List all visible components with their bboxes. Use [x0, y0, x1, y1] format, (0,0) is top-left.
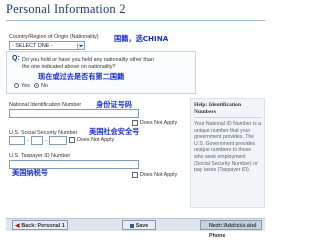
- radio-no[interactable]: [34, 83, 39, 88]
- ssn-part1-input[interactable]: [9, 136, 25, 145]
- ssn-dna-checkbox[interactable]: [69, 137, 75, 143]
- taxpayer-dna-label: Does Not Apply: [140, 172, 178, 178]
- title-divider: [6, 20, 265, 21]
- taxpayer-input[interactable]: [9, 160, 139, 169]
- taxpayer-annotation: 美国纳税号: [12, 168, 48, 177]
- ssn-dash-1: -: [27, 138, 29, 144]
- save-icon: [129, 223, 134, 228]
- national-id-dna-checkbox[interactable]: [132, 120, 138, 126]
- page-title: Personal Information 2: [6, 2, 126, 16]
- country-annotation: 国籍，选CHINA: [114, 34, 169, 43]
- chevron-down-icon: [77, 43, 83, 49]
- radio-yes-label: Yes: [21, 83, 30, 89]
- help-text: Your National ID Number is a unique numb…: [194, 121, 261, 174]
- ssn-part3-input[interactable]: [49, 136, 67, 145]
- question-text-2: the one indicated above on nationality?: [22, 64, 116, 70]
- help-divider: [194, 117, 262, 118]
- national-id-dna-label: Does Not Apply: [140, 120, 178, 126]
- taxpayer-label: U.S. Taxpayer ID Number: [9, 153, 71, 159]
- question-text-1: Do you hold or have you held any nationa…: [22, 57, 154, 63]
- national-id-label: National Identification Number: [9, 102, 82, 108]
- ssn-annotation: 美国社会安全号: [89, 127, 140, 136]
- country-label: Country/Region of Origin (Nationality): [9, 34, 99, 40]
- national-id-input[interactable]: [9, 109, 139, 118]
- save-button-label: Save: [135, 223, 149, 229]
- help-title: Help: Identification Numbers: [194, 102, 242, 115]
- watermark: 头条 @美签好帮手: [216, 223, 258, 229]
- ssn-dna-label: Does Not Apply: [77, 137, 115, 143]
- radio-no-label: No: [41, 83, 48, 89]
- back-button-label: Back: Personal 1: [21, 223, 65, 229]
- ssn-part2-input[interactable]: [31, 136, 43, 145]
- question-icon: Q:: [12, 55, 20, 62]
- question-annotation: 现在或过去是否有第二国籍: [38, 72, 125, 81]
- back-arrow-icon: ◀: [15, 223, 20, 229]
- taxpayer-dna-checkbox[interactable]: [132, 172, 138, 178]
- save-button[interactable]: Save: [122, 220, 156, 230]
- ssn-dash-2: -: [45, 138, 47, 144]
- country-select[interactable]: - SELECT ONE -: [9, 41, 85, 50]
- back-button[interactable]: ◀ Back: Personal 1: [12, 220, 68, 230]
- country-select-value: - SELECT ONE -: [12, 43, 53, 49]
- radio-yes[interactable]: [14, 83, 19, 88]
